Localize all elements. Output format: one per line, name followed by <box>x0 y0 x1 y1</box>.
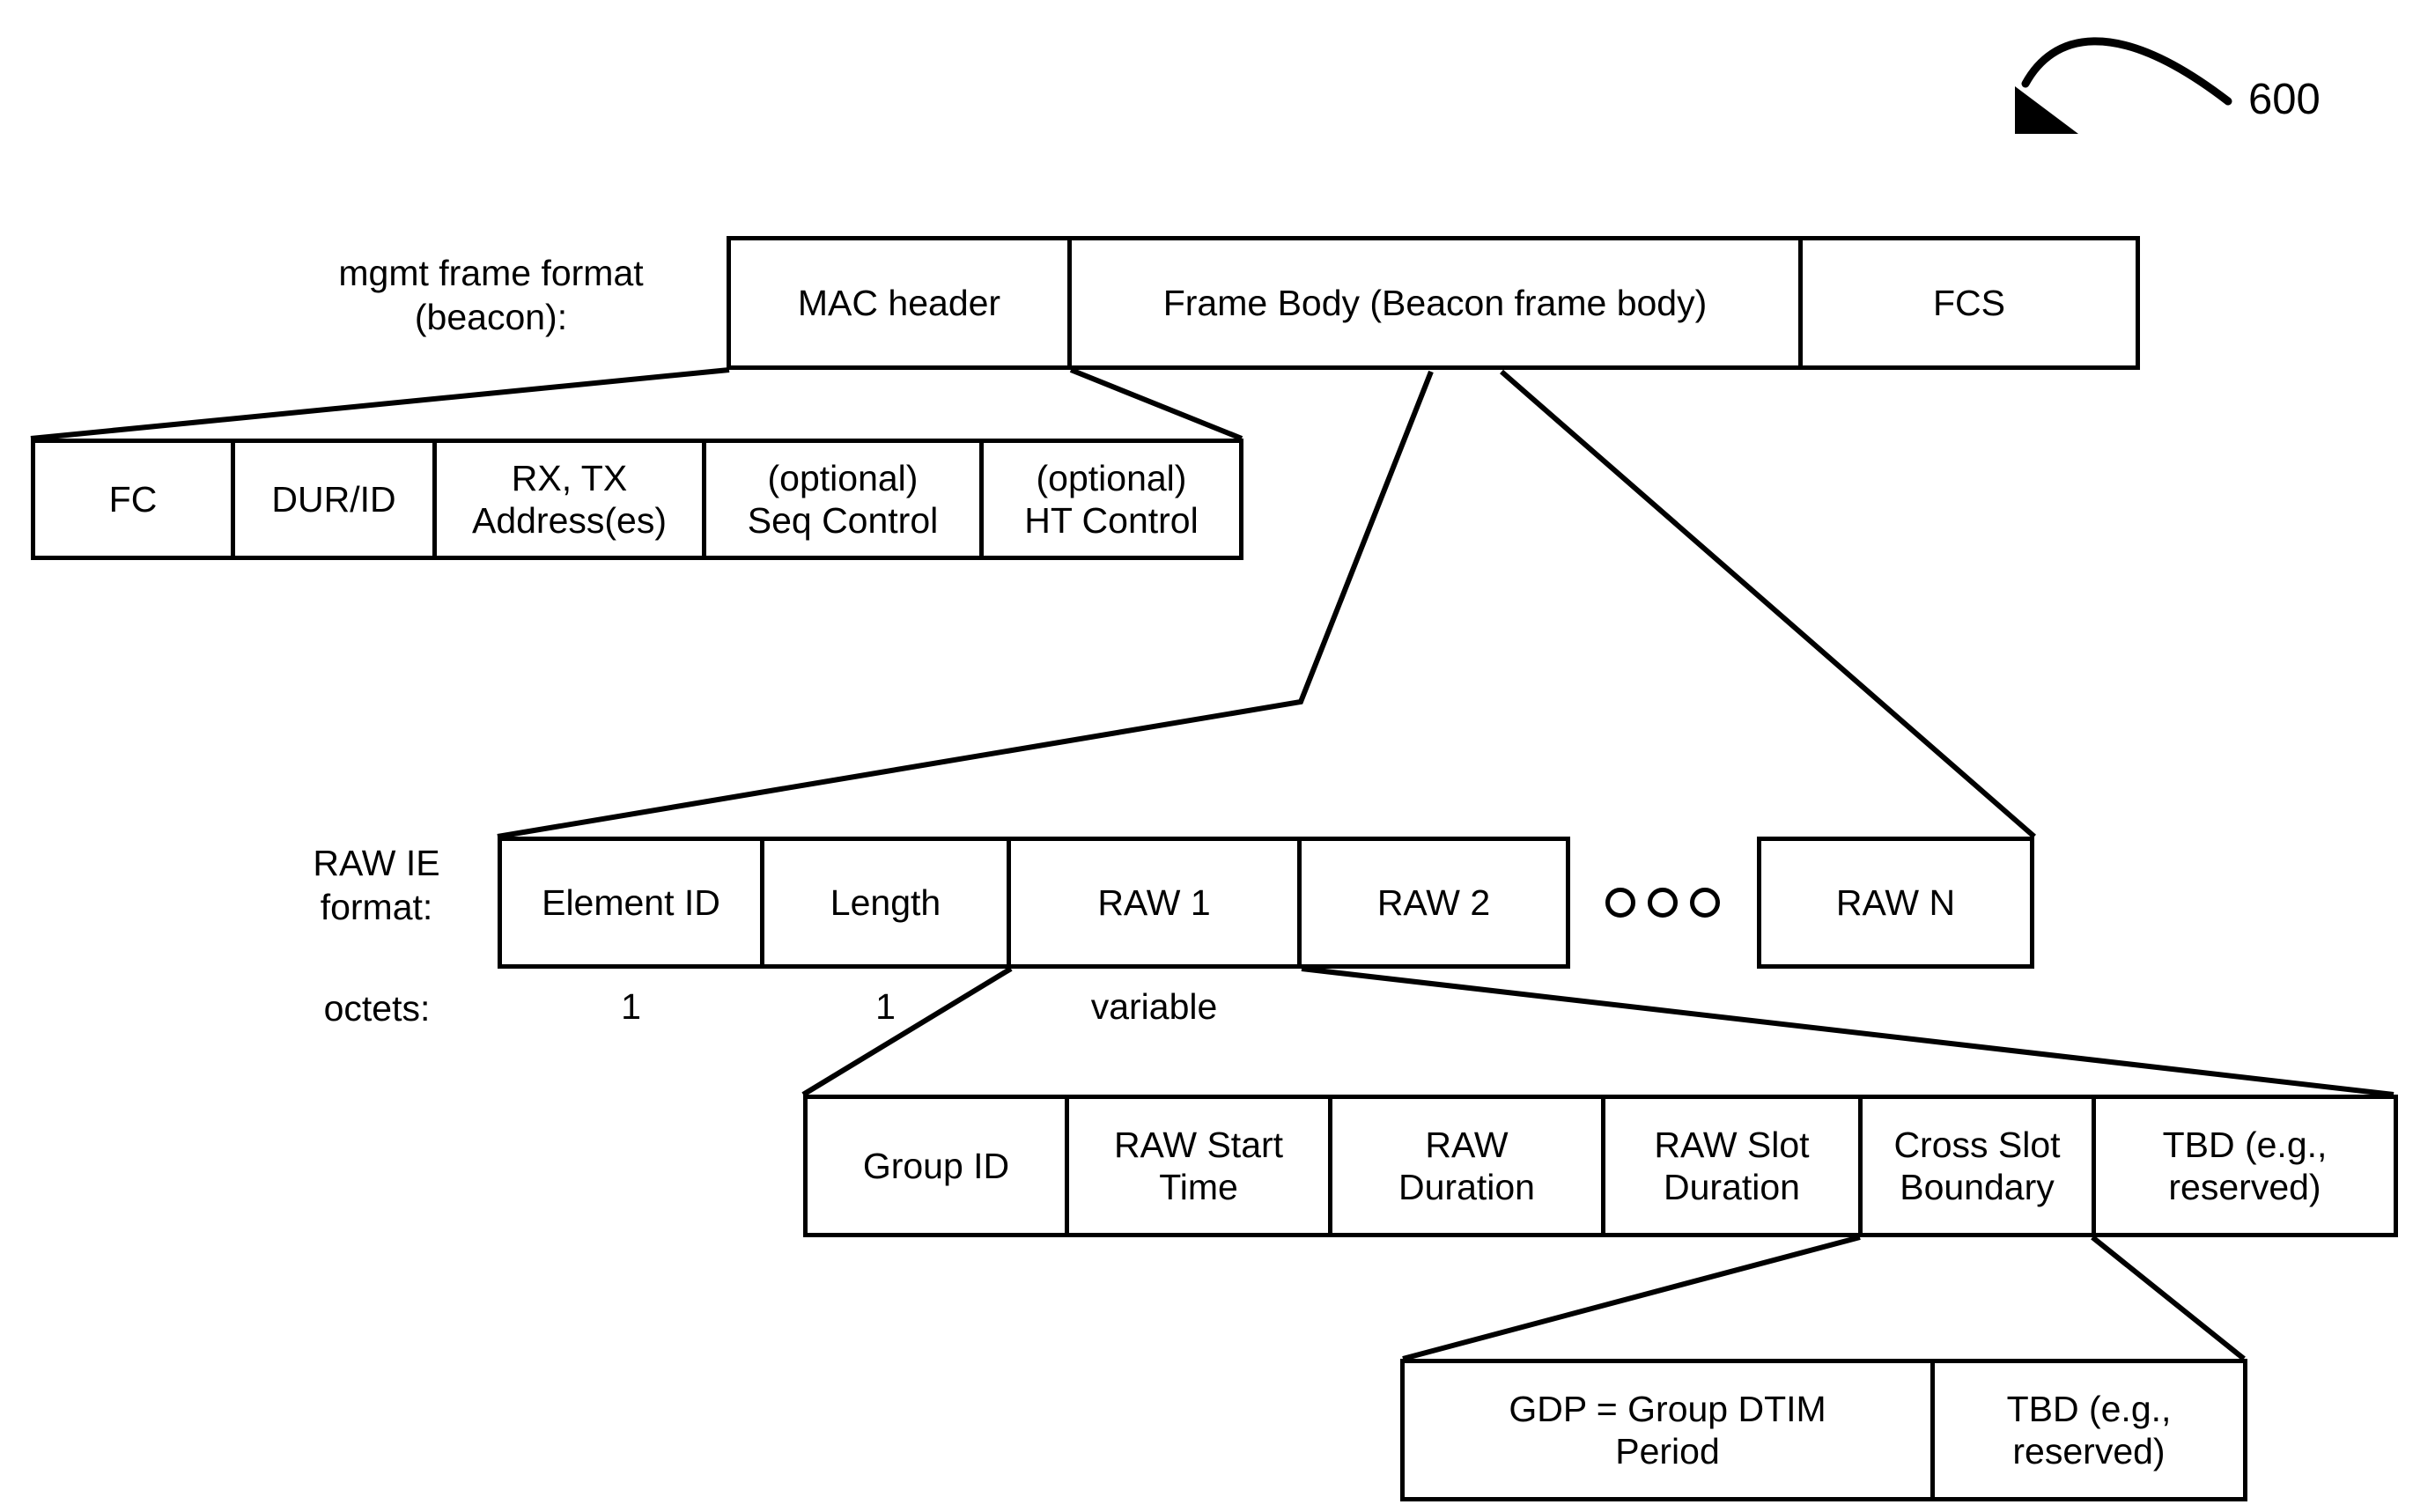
connector-crossslot-left <box>1402 1235 1861 1361</box>
field-group-id[interactable]: Group ID <box>803 1095 1069 1237</box>
reference-arrow-curve <box>2021 37 2232 106</box>
field-ht-control[interactable]: (optional) HT Control <box>979 439 1243 560</box>
field-raw-2[interactable]: RAW 2 <box>1297 837 1570 969</box>
field-raw-duration[interactable]: RAW Duration <box>1328 1095 1605 1237</box>
connector-crossslot-right <box>2091 1235 2246 1361</box>
field-raw-slot-duration[interactable]: RAW Slot Duration <box>1601 1095 1863 1237</box>
ellipsis-dot-2 <box>1648 888 1678 918</box>
raw-ie-row-label: RAW IE format: <box>313 843 440 928</box>
reference-arrowhead <box>2015 86 2078 134</box>
field-tbd-reserved-upper[interactable]: TBD (e.g., reserved) <box>2092 1095 2398 1237</box>
field-tbd-reserved-lower[interactable]: TBD (e.g., reserved) <box>1930 1359 2247 1501</box>
mgmt-frame-row-label: mgmt frame format (beacon): <box>338 253 644 338</box>
octets-row-label: octets: <box>323 988 431 1029</box>
connector-mac-header-right <box>1069 367 1243 441</box>
ellipsis-dot-3 <box>1690 888 1720 918</box>
ellipsis-dot-1 <box>1605 888 1635 918</box>
field-gdp-group-dtim-period[interactable]: GDP = Group DTIM Period <box>1400 1359 1935 1501</box>
field-frame-body[interactable]: Frame Body (Beacon frame body) <box>1067 236 1803 370</box>
octets-raw-1: variable <box>1090 986 1218 1027</box>
field-cross-slot-boundary[interactable]: Cross Slot Boundary <box>1858 1095 2096 1237</box>
figure-reference-number: 600 <box>2248 76 2321 123</box>
figure-canvas: 600 mgmt frame format (beacon): MAC head… <box>0 0 2435 1512</box>
connector-raw1-right <box>1301 966 2394 1097</box>
field-raw-n[interactable]: RAW N <box>1757 837 2034 969</box>
field-fcs[interactable]: FCS <box>1798 236 2140 370</box>
connector-frame-body-right <box>1500 369 2036 839</box>
octets-length: 1 <box>875 986 896 1027</box>
field-seq-control[interactable]: (optional) Seq Control <box>702 439 984 560</box>
connector-mac-header-left <box>30 367 730 441</box>
field-dur-id[interactable]: DUR/ID <box>231 439 437 560</box>
ellipsis-icon <box>1605 888 1720 918</box>
field-element-id[interactable]: Element ID <box>498 837 764 969</box>
connector-lines <box>30 37 2394 1361</box>
field-length[interactable]: Length <box>760 837 1011 969</box>
octets-element-id: 1 <box>621 986 641 1027</box>
field-raw-1[interactable]: RAW 1 <box>1007 837 1302 969</box>
field-raw-start-time[interactable]: RAW Start Time <box>1065 1095 1332 1237</box>
field-fc[interactable]: FC <box>31 439 235 560</box>
field-mac-header[interactable]: MAC header <box>727 236 1072 370</box>
field-rx-tx-address[interactable]: RX, TX Address(es) <box>432 439 706 560</box>
